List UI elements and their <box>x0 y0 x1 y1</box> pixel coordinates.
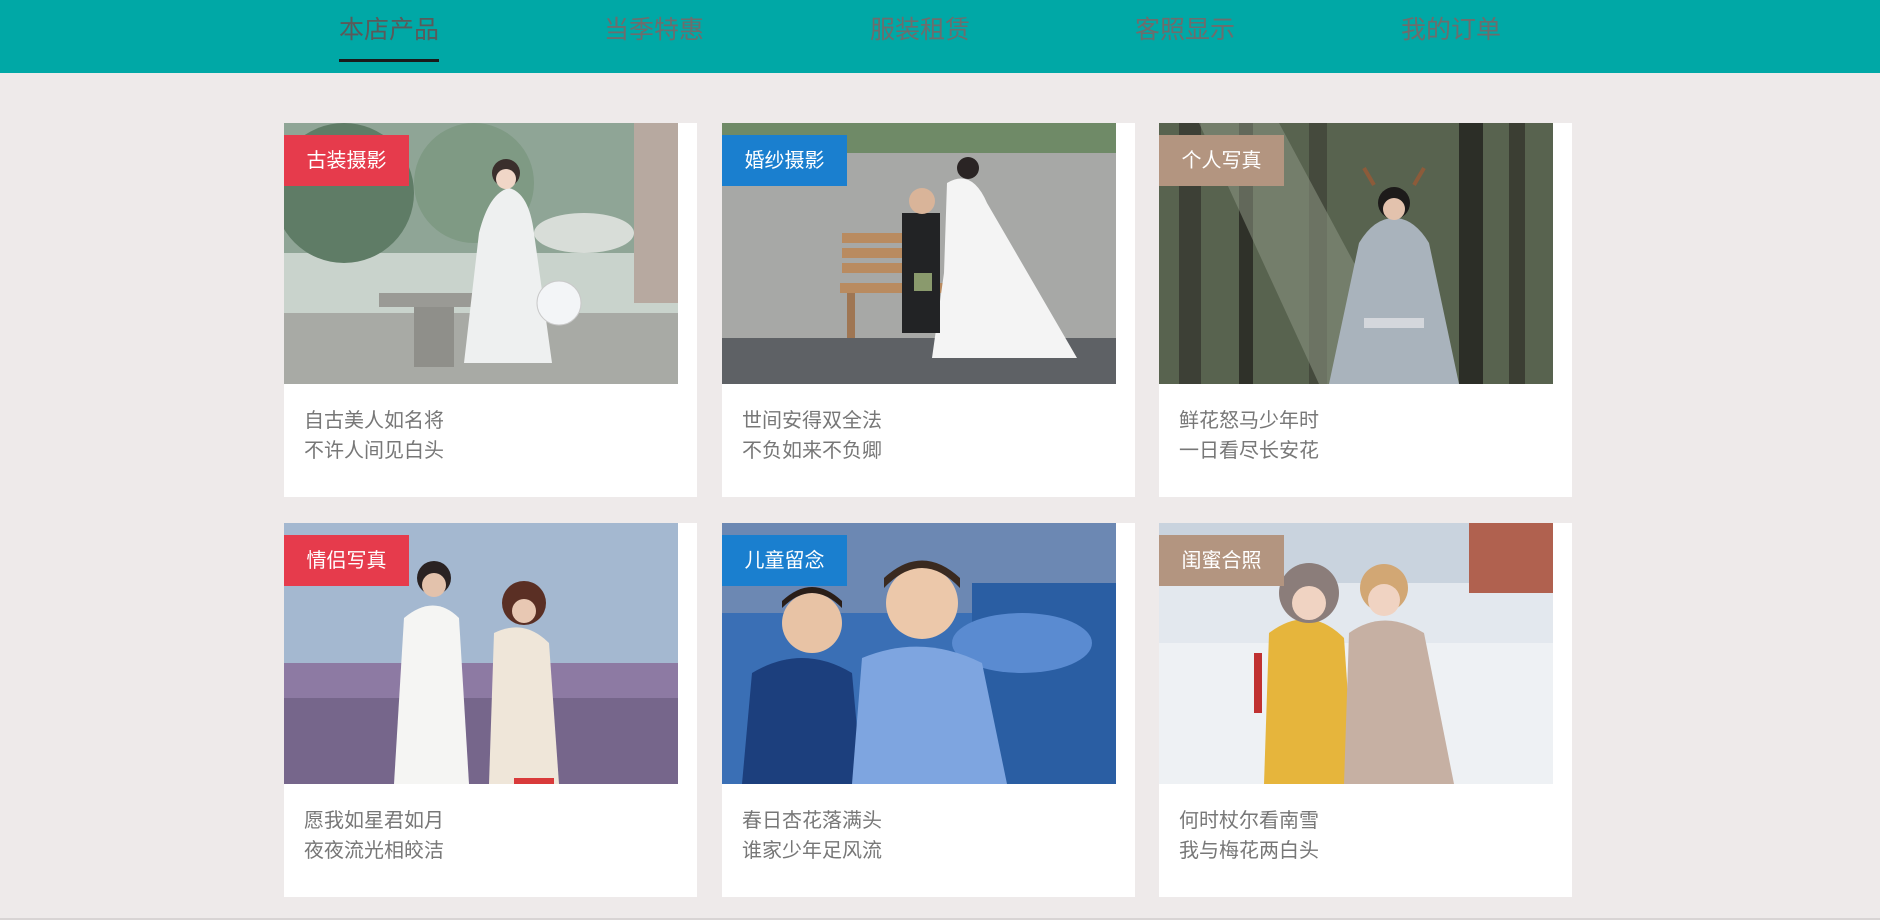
nav-item-label: 我的订单 <box>1401 15 1502 44</box>
category-tag: 个人写真 <box>1159 135 1284 186</box>
category-tag: 情侣写真 <box>284 535 409 586</box>
caption-line-1: 何时杖尔看南雪 <box>1179 808 1319 832</box>
card-caption: 何时杖尔看南雪 我与梅花两白头 <box>1179 805 1319 865</box>
nav-item-label: 服装租赁 <box>870 15 971 44</box>
product-card-couple[interactable]: 情侣写真 愿我如星君如月 夜夜流光相皎洁 <box>284 523 697 897</box>
product-card-wedding[interactable]: 婚纱摄影 世间安得双全法 不负如来不负卿 <box>722 123 1135 497</box>
category-tag: 古装摄影 <box>284 135 409 186</box>
caption-line-1: 自古美人如名将 <box>304 408 444 432</box>
card-caption: 愿我如星君如月 夜夜流光相皎洁 <box>304 805 444 865</box>
caption-line-2: 谁家少年足风流 <box>742 838 882 862</box>
category-tag: 婚纱摄影 <box>722 135 847 186</box>
caption-line-2: 我与梅花两白头 <box>1179 838 1319 862</box>
nav-item-client-photos[interactable]: 客照显示 <box>1135 10 1235 62</box>
nav-item-label: 本店产品 <box>339 15 440 44</box>
nav-item-my-orders[interactable]: 我的订单 <box>1401 10 1501 62</box>
caption-line-2: 不许人间见白头 <box>304 438 444 462</box>
card-caption: 鲜花怒马少年时 一日看尽长安花 <box>1179 405 1319 465</box>
caption-line-2: 一日看尽长安花 <box>1179 438 1319 462</box>
caption-line-2: 夜夜流光相皎洁 <box>304 838 444 862</box>
category-tag: 闺蜜合照 <box>1159 535 1284 586</box>
product-card-personal-portrait[interactable]: 个人写真 鲜花怒马少年时 一日看尽长安花 <box>1159 123 1572 497</box>
category-tag: 儿童留念 <box>722 535 847 586</box>
caption-line-2: 不负如来不负卿 <box>742 438 882 462</box>
product-card-ancient-costume[interactable]: 古装摄影 自古美人如名将 不许人间见白头 <box>284 123 697 497</box>
card-caption: 春日杏花落满头 谁家少年足风流 <box>742 805 882 865</box>
nav-item-label: 当季特惠 <box>604 15 705 44</box>
active-tab-underline <box>339 59 439 62</box>
nav-item-products[interactable]: 本店产品 <box>339 10 439 62</box>
caption-line-1: 愿我如星君如月 <box>304 808 444 832</box>
main-nav: 本店产品 当季特惠 服装租赁 客照显示 我的订单 <box>0 0 1880 73</box>
nav-item-label: 客照显示 <box>1135 15 1236 44</box>
product-card-besties[interactable]: 闺蜜合照 何时杖尔看南雪 我与梅花两白头 <box>1159 523 1572 897</box>
card-caption: 自古美人如名将 不许人间见白头 <box>304 405 444 465</box>
caption-line-1: 鲜花怒马少年时 <box>1179 408 1319 432</box>
caption-line-1: 春日杏花落满头 <box>742 808 882 832</box>
card-caption: 世间安得双全法 不负如来不负卿 <box>742 405 882 465</box>
product-card-children[interactable]: 儿童留念 春日杏花落满头 谁家少年足风流 <box>722 523 1135 897</box>
caption-line-1: 世间安得双全法 <box>742 408 882 432</box>
nav-item-seasonal-offers[interactable]: 当季特惠 <box>604 10 704 62</box>
nav-item-costume-rental[interactable]: 服装租赁 <box>870 10 970 62</box>
